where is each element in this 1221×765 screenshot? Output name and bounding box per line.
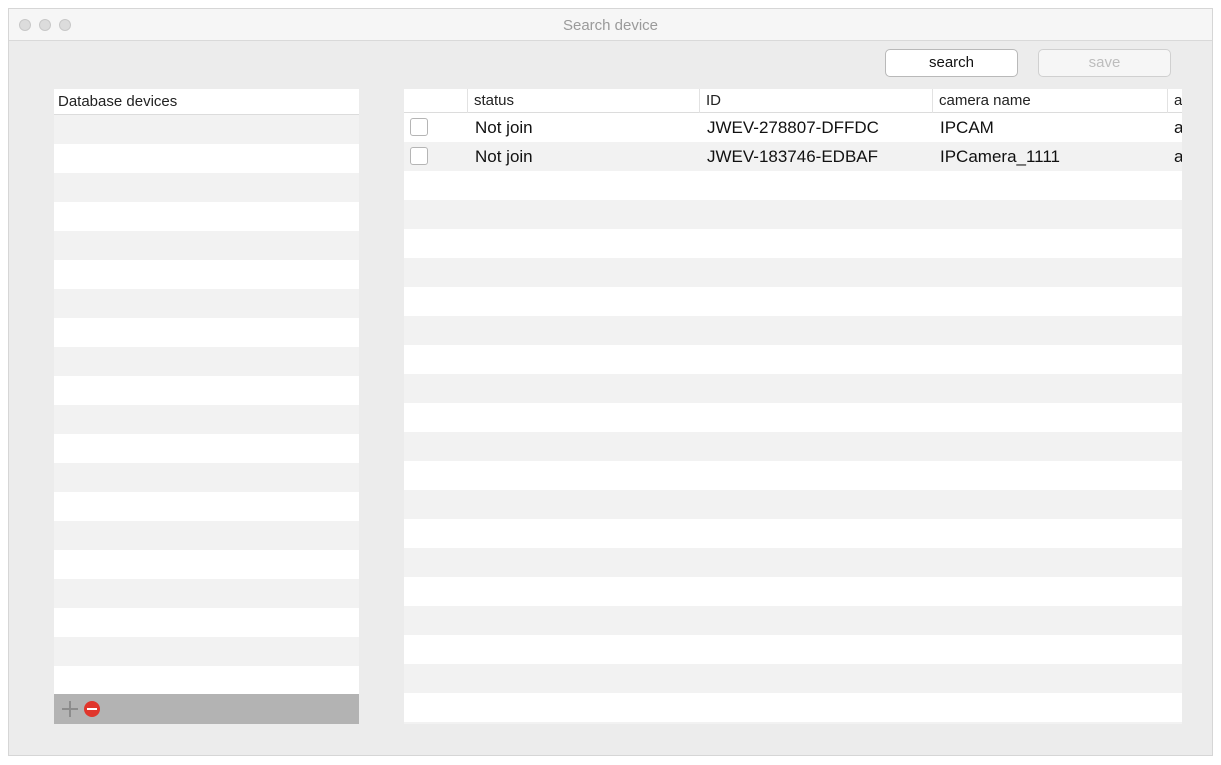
table-body [404,113,1182,724]
id-cell: JWEV-278807-DFFDC [707,118,879,137]
search-button[interactable]: search [885,49,1018,77]
window-title: Search device [562,17,659,34]
status-cell: Not join [475,147,533,166]
plus-icon[interactable] [60,699,80,719]
row-checkbox[interactable] [410,118,428,136]
camera-name-cell: IPCAM [940,118,994,137]
column-header-id[interactable]: ID [699,89,932,113]
table-row[interactable]: Not join JWEV-183746-EDBAF IPCamera_1111… [404,142,1182,171]
a-cell: a [1174,147,1182,166]
database-devices-header: Database devices [54,89,359,115]
camera-name-cell: IPCamera_1111 [940,147,1061,166]
list-footer-bar [54,694,359,724]
row-checkbox[interactable] [410,147,428,165]
column-header-a[interactable]: a [1167,89,1182,113]
table-row[interactable]: Not join JWEV-278807-DFFDC IPCAM a [404,113,1182,142]
a-cell: a [1174,118,1182,137]
table-header: status ID camera name a [404,89,1182,113]
search-device-window: Search device search save Database devic… [8,8,1213,756]
minus-circle-icon[interactable] [84,701,100,717]
save-button[interactable]: save [1038,49,1171,77]
status-cell: Not join [475,118,533,137]
column-header-status[interactable]: status [467,89,699,113]
database-devices-list[interactable]: Database devices [54,89,359,724]
id-cell: JWEV-183746-EDBAF [707,147,879,166]
title-bar: Search device [9,9,1212,41]
column-header-camera-name[interactable]: camera name [932,89,1167,113]
database-devices-rows [54,115,359,724]
search-results-table: status ID camera name a Not join JWEV-27… [404,89,1182,724]
